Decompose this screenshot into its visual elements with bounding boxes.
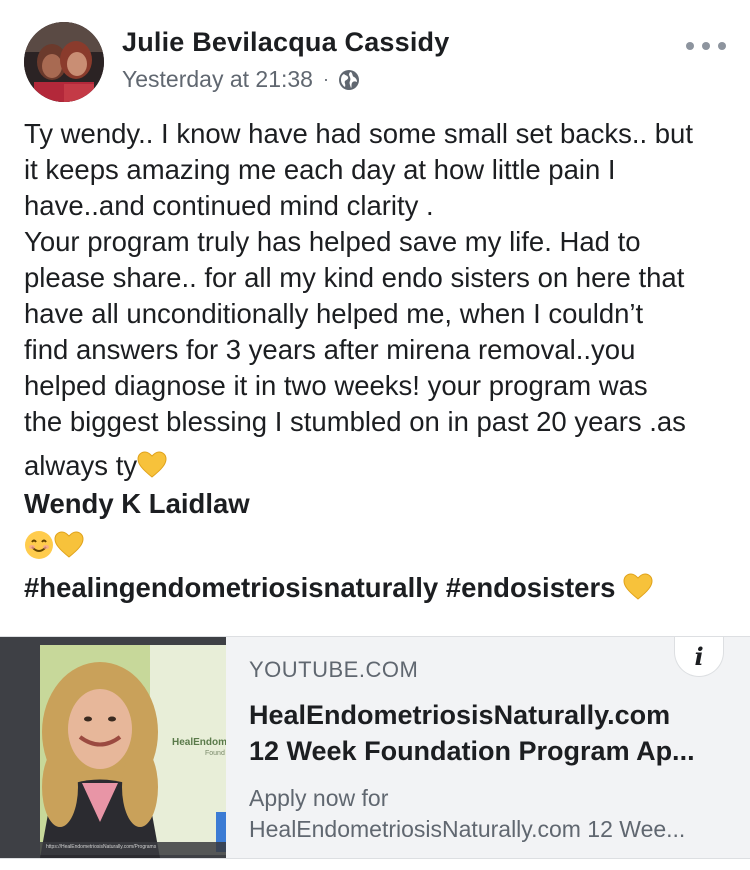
info-icon[interactable]: i — [674, 637, 724, 677]
globe-icon[interactable] — [338, 69, 360, 91]
hashtag-link[interactable]: #healingendometriosisnaturally — [24, 572, 438, 603]
link-thumbnail[interactable]: HealEndom Found https://HealEndometriosi… — [0, 637, 226, 858]
post-text-line: please share.. for all my kind endo sist… — [24, 262, 685, 293]
post-text-line: find answers for 3 years after mirena re… — [24, 334, 636, 365]
post-text-line: have all unconditionally helped me, when… — [24, 298, 644, 329]
link-description: Apply now for HealEndometriosisNaturally… — [249, 783, 729, 845]
link-description-line: Apply now for — [249, 785, 389, 811]
hashtag-line: #healingendometriosisnaturally #endosist… — [24, 570, 734, 606]
more-options-icon[interactable] — [686, 36, 726, 56]
link-domain: YOUTUBE.COM — [249, 657, 419, 682]
emoji-line — [24, 528, 734, 568]
meta-separator: · — [322, 69, 329, 89]
post-text-line: have..and continued mind clarity . — [24, 190, 434, 221]
author-avatar[interactable] — [24, 22, 104, 102]
hashtag-link[interactable]: #endosisters — [446, 572, 616, 603]
link-preview-card[interactable]: HealEndom Found https://HealEndometriosi… — [0, 636, 750, 859]
post-text-line: it keeps amazing me each day at how litt… — [24, 154, 616, 185]
tagged-user[interactable]: Wendy K Laidlaw — [24, 486, 734, 522]
post-body: Ty wendy.. I know have had some small se… — [24, 116, 734, 606]
post-text-last-line: always ty — [24, 448, 734, 484]
thumbnail-logo-sub: Found — [205, 750, 225, 757]
post-timestamp[interactable]: Yesterday at 21:38 — [122, 66, 313, 93]
author-name[interactable]: Julie Bevilacqua Cassidy — [122, 27, 449, 58]
post-text-line: always ty — [24, 450, 138, 481]
yellow-heart-emoji — [54, 531, 84, 558]
link-title[interactable]: HealEndometriosisNaturally.com 12 Week F… — [249, 697, 729, 769]
post-meta: Yesterday at 21:38 · — [122, 66, 360, 93]
avatar-photo — [24, 22, 104, 102]
yellow-heart-emoji — [137, 451, 167, 478]
post-header: Julie Bevilacqua Cassidy Yesterday at 21… — [24, 22, 726, 102]
post-text-line: Ty wendy.. I know have had some small se… — [24, 118, 693, 149]
thumbnail-logo-text: HealEndom — [172, 737, 226, 748]
yellow-heart-emoji — [623, 573, 653, 600]
thumbnail-caption: https://HealEndometriosisNaturally.com/P… — [46, 844, 157, 850]
post-text-line: the biggest blessing I stumbled on in pa… — [24, 406, 686, 437]
link-title-line: HealEndometriosisNaturally.com — [249, 700, 671, 730]
link-description-line: HealEndometriosisNaturally.com 12 Wee... — [249, 816, 686, 842]
smiling-face-emoji — [25, 531, 53, 559]
post-text-line: Your program truly has helped save my li… — [24, 226, 641, 257]
link-title-line: 12 Week Foundation Program Ap... — [249, 736, 695, 766]
post-text-line: helped diagnose it in two weeks! your pr… — [24, 370, 648, 401]
